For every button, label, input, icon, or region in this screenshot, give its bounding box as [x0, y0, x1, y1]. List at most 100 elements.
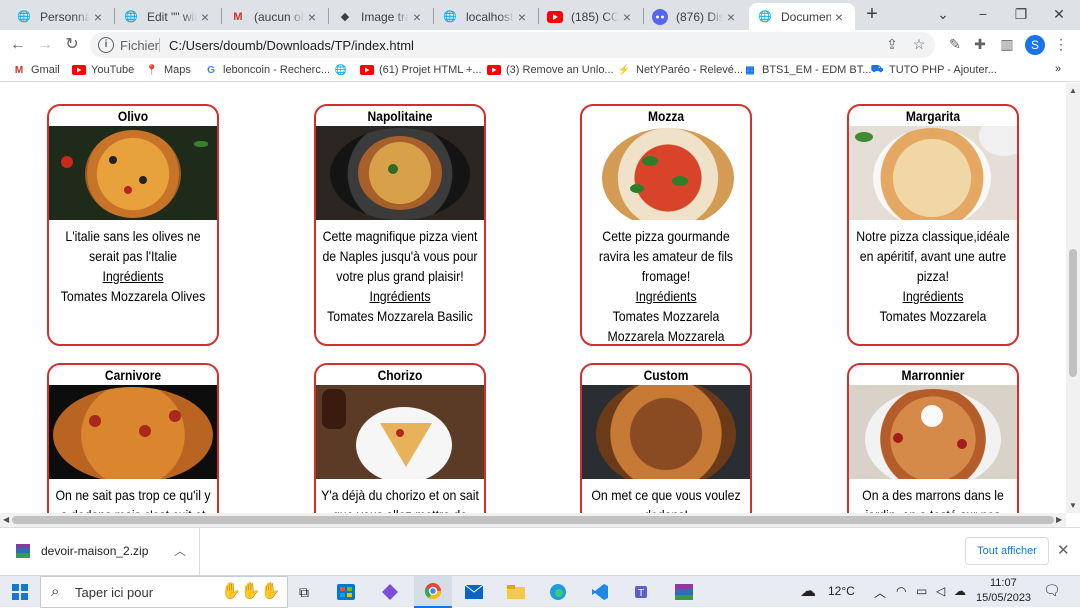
bookmark-bts[interactable]: ▦ BTS1_EM - EDM BT... [743, 63, 871, 77]
tab-4[interactable]: 🌐localhost/sit× [434, 3, 538, 30]
url-text[interactable]: C:/Users/doumb/Downloads/TP/index.html [169, 38, 414, 53]
pizza-image [849, 126, 1017, 220]
task-view-icon[interactable]: ⧉ [292, 576, 316, 608]
pizza-image [49, 126, 217, 220]
bookmarks-bar: M Gmail YouTube 📍 Maps Gleboncoin - Recher… [0, 60, 1080, 82]
close-tab-icon[interactable]: × [723, 9, 739, 25]
address-bar[interactable]: i Fichier C:/Users/doumb/Downloads/TP/in… [90, 32, 935, 58]
pizza-card-margarita[interactable]: Margarita Notre pizza classique,idéale e… [847, 104, 1019, 346]
pizza-title: Carnivore [104, 367, 162, 383]
pizza-card-napolitaine[interactable]: Napolitaine Cette magnifique pizza vient… [314, 104, 486, 346]
close-tab-icon[interactable]: × [514, 9, 530, 25]
ingredients-label: Ingrédients [102, 268, 164, 284]
reload-button[interactable]: ↻ [62, 35, 82, 55]
pizza-image [316, 126, 484, 220]
vscode-icon[interactable] [586, 576, 614, 608]
pizza-card-carnivore[interactable]: Carnivore On ne sait pas trop ce qu'il y… [47, 363, 219, 513]
bookmark-projet-html[interactable]: (61) Projet HTML +... [360, 63, 482, 77]
close-tab-icon[interactable]: × [197, 9, 213, 25]
notifications-icon: 🗨 [1043, 582, 1061, 598]
close-tab-icon[interactable]: × [831, 9, 847, 25]
pizza-title: Margarita [905, 108, 961, 124]
pizza-description: Y'a déjà du chorizo et on sait que vous … [321, 487, 479, 513]
store-icon[interactable] [332, 576, 360, 608]
winrar-icon[interactable] [670, 576, 698, 608]
pizza-description: On ne sait pas trop ce qu'il y a dedans … [55, 487, 211, 513]
minimize-button[interactable]: − [972, 4, 994, 26]
ingredients-label: Ingrédients [635, 288, 697, 304]
pizza-card-chorizo[interactable]: Chorizo Y'a déjà du chorizo et on sait q… [314, 363, 486, 513]
pizza-ingredients: Tomates Mozzarela Basilic [327, 308, 473, 324]
close-window-button[interactable]: ✕ [1048, 4, 1070, 26]
tab-5[interactable]: (185) COMI× [539, 3, 643, 30]
file-explorer-icon[interactable] [502, 576, 530, 608]
bookmark-youtube[interactable]: YouTube [72, 63, 134, 77]
menu-kebab-icon[interactable]: ⋮ [1052, 36, 1070, 54]
pizza-image [582, 126, 750, 220]
show-all-downloads-button[interactable]: Tout afficher [965, 537, 1049, 565]
close-tab-icon[interactable]: × [619, 9, 635, 25]
share-icon[interactable]: ⇪ [883, 36, 901, 54]
pizza-description: On a des marrons dans le jardin, on a te… [862, 487, 1004, 513]
new-tab-button[interactable]: + [862, 4, 882, 25]
start-button[interactable] [0, 576, 40, 608]
taskbar-search[interactable]: ⌕ Taper ici pour ✋✋✋ [40, 576, 288, 608]
bookmark-gmail[interactable]: M Gmail [12, 63, 60, 77]
bookmark-globe[interactable]: 🌐 [334, 63, 353, 77]
layers-icon: ◆ [340, 11, 350, 23]
ingredients-label: Ingrédients [902, 288, 964, 304]
bookmark-tuto-php[interactable]: ⛟ TUTO PHP - Ajouter... [870, 63, 997, 77]
bookmark-remove[interactable]: (3) Remove an Unlo... [487, 63, 614, 77]
vertical-scroll-thumb[interactable] [1069, 249, 1077, 377]
bookmark-maps[interactable]: 📍 Maps [145, 63, 191, 77]
horizontal-scrollbar[interactable]: ◀ ▶ [0, 513, 1066, 527]
tab-6[interactable]: (876) Disco× [644, 3, 747, 30]
tab-3[interactable]: ◆Image trans× [329, 3, 433, 30]
pizza-card-custom[interactable]: Custom On met ce que vous voulez dedans! [580, 363, 752, 513]
pizza-card-olivo[interactable]: Olivo L'italie sans les olives ne serait… [47, 104, 219, 346]
close-tab-icon[interactable]: × [304, 9, 320, 25]
chrome-icon[interactable] [414, 576, 452, 608]
edge-icon[interactable] [544, 576, 572, 608]
pizza-image [49, 385, 217, 479]
close-tab-icon[interactable]: × [90, 9, 106, 25]
tab-search-chevron-icon[interactable]: ⌄ [932, 4, 954, 26]
download-item[interactable]: devoir-maison_2.zip ︿ [0, 528, 200, 575]
puzzle-icon[interactable]: ✚ [971, 36, 989, 54]
pizza-description: Cette pizza gourmande ravira les amateur… [598, 228, 734, 284]
close-tab-icon[interactable]: × [409, 9, 425, 25]
sidebar-icon[interactable]: ▥ [998, 36, 1016, 54]
back-button[interactable]: ← [8, 35, 28, 55]
extension-icon[interactable]: ✎ [946, 36, 964, 54]
tab-1[interactable]: 🌐Edit "" with× [115, 3, 221, 30]
bookmark-leboncoin[interactable]: Gleboncoin - Recherc... [204, 63, 330, 77]
teams-icon[interactable]: T [628, 576, 656, 608]
tray-chevron-icon: ︿ [874, 586, 887, 600]
maps-icon: 📍 [145, 64, 159, 76]
pizza-title: Olivo [117, 108, 149, 124]
vertical-scrollbar[interactable]: ▲ ▼ [1066, 83, 1080, 513]
chevron-up-icon[interactable]: ︿ [174, 542, 186, 559]
page-viewport: Olivo L'italie sans les olives ne serait… [0, 83, 1066, 513]
windows-logo-icon [12, 584, 28, 600]
clock-time: 11:07 [990, 577, 1017, 589]
avatar[interactable]: S [1025, 35, 1045, 55]
close-download-bar-icon[interactable]: ✕ [1057, 541, 1070, 559]
horizontal-scroll-thumb[interactable] [12, 516, 1054, 524]
app-icon[interactable] [376, 576, 404, 608]
tab-7-active[interactable]: 🌐 Document × [749, 3, 855, 30]
mail-icon[interactable] [460, 576, 488, 608]
bookmark-netypareo[interactable]: ⚡ NetYParéo - Relevé... [617, 63, 743, 77]
bookmark-star-icon[interactable]: ☆ [910, 36, 928, 54]
scroll-up-icon: ▲ [1069, 86, 1077, 95]
calendar-icon: ▦ [745, 64, 755, 76]
pizza-ingredients: Tomates Mozzarela Mozzarela Mozzarela Mo… [607, 308, 725, 344]
info-icon[interactable]: i [98, 37, 114, 53]
more-bookmarks-icon[interactable]: » [1055, 63, 1061, 75]
pizza-card-mozza[interactable]: Mozza Cette pizza gourmande ravira les a… [580, 104, 752, 346]
pizza-card-marronnier[interactable]: Marronnier On a des marrons dans le jard… [847, 363, 1019, 513]
restore-button[interactable]: ❐ [1010, 4, 1032, 26]
tab-2[interactable]: M(aucun obje× [222, 3, 328, 30]
forward-button[interactable]: → [35, 35, 55, 55]
tab-0[interactable]: 🌐Personnalis× [8, 3, 114, 30]
